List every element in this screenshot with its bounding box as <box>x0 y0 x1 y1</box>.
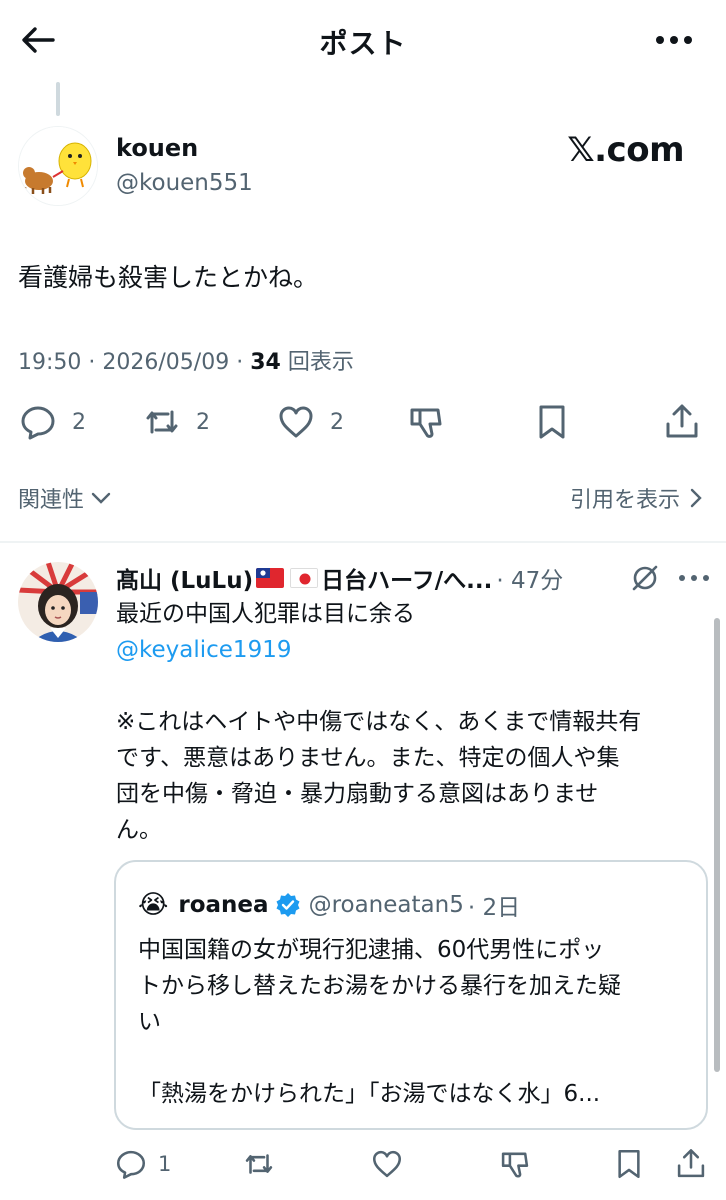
quoted-post-card[interactable]: 😭 roanea @roaneatan5 · 2日 中国国籍の女が現行犯逮捕、6… <box>114 860 708 1130</box>
chevron-down-icon <box>91 492 111 504</box>
reply-count: 2 <box>72 409 86 435</box>
crying-face-emoji: 😭 <box>138 890 169 920</box>
like-button[interactable]: 2 <box>276 398 344 446</box>
reply-reply-button[interactable]: 1 <box>114 1142 171 1186</box>
taiwan-flag-icon <box>256 568 285 588</box>
scrollbar[interactable] <box>714 618 720 1072</box>
bookmark-icon <box>539 405 565 439</box>
reply-more-icon[interactable] <box>678 570 710 586</box>
quoted-author-name: roanea <box>178 892 269 918</box>
avatar[interactable] <box>18 126 98 206</box>
view-quotes-link[interactable]: 引用を表示 <box>570 482 704 514</box>
reply-line: 団を中傷・脅迫・暴力扇動する意図はありませ <box>116 781 599 807</box>
quote-line: 「熱湯をかけられた」「お湯ではなく水」6... <box>138 1081 601 1107</box>
mention-link[interactable]: @keyalice1919 <box>116 632 708 668</box>
bookmark-button[interactable] <box>532 398 572 446</box>
view-count: 34 <box>250 350 281 375</box>
quoted-post-time: · 2日 <box>467 895 521 921</box>
reply-reply-count: 1 <box>158 1152 172 1176</box>
repost-icon <box>245 1154 273 1174</box>
japan-flag-icon <box>290 568 319 588</box>
reply-header: 髙山 (LuLu) 日台ハーフ/へ... · 47分 <box>116 562 616 594</box>
post-time: 19:50 <box>18 350 82 375</box>
reply-button[interactable]: 2 <box>18 398 86 446</box>
thumbs-down-icon <box>501 1152 529 1178</box>
author-name[interactable]: kouen <box>116 134 198 162</box>
post-text: 看護婦も殺害したとかね。 <box>18 263 319 292</box>
reply-avatar[interactable] <box>18 562 98 642</box>
post-metadata: 19:50 · 2026/05/09 · 34 回表示 <box>18 350 354 375</box>
repost-count: 2 <box>196 409 210 435</box>
sort-relevance-dropdown[interactable]: 関連性 <box>18 482 112 514</box>
reply-line: ※これはヘイトや中傷ではなく、あくまで情報共有 <box>116 709 642 735</box>
divider <box>0 541 726 543</box>
reply-time[interactable]: · 47分 <box>496 561 563 595</box>
repost-button[interactable]: 2 <box>142 398 210 446</box>
page-title: ポスト <box>319 27 407 60</box>
reply-author-name-suffix[interactable]: 日台ハーフ/へ... <box>321 561 492 595</box>
post-action-bar: 2 2 2 <box>0 398 726 446</box>
repost-icon <box>146 410 178 434</box>
reply-text: 最近の中国人犯罪は目に余る @keyalice1919 ※これはヘイトや中傷では… <box>116 596 708 848</box>
view-quotes-label: 引用を表示 <box>569 488 680 513</box>
reply-icon <box>116 1150 146 1179</box>
like-count: 2 <box>330 409 344 435</box>
verified-badge-icon <box>276 893 300 917</box>
quoted-post-text: 中国国籍の女が現行犯逮捕、60代男性にポッ トから移し替えたお湯をかける暴行を加… <box>138 932 694 1112</box>
heart-icon <box>279 406 313 438</box>
xcom-watermark: 𝕏.com <box>567 130 684 170</box>
reply-line: 最近の中国人犯罪は目に余る <box>116 601 415 627</box>
reply-icon <box>21 406 55 440</box>
reply-repost-button[interactable] <box>242 1142 276 1186</box>
more-options-button[interactable] <box>654 28 694 52</box>
reply-action-bar: 1 <box>0 1142 726 1186</box>
top-bar: ポスト <box>0 0 726 82</box>
grok-icon[interactable] <box>630 563 660 593</box>
dislike-button[interactable] <box>406 398 446 446</box>
reply-dislike-button[interactable] <box>498 1142 532 1186</box>
reply-line: です、悪意はありません。また、特定の個人や集 <box>116 745 620 771</box>
author-handle[interactable]: @kouen551 <box>116 170 253 196</box>
quoted-author-handle: @roaneatan5 <box>308 892 464 918</box>
heart-icon <box>372 1150 402 1178</box>
thumbs-down-icon <box>410 408 442 438</box>
reply-author-name[interactable]: 髙山 (LuLu) <box>116 561 253 595</box>
chevron-right-icon <box>690 488 702 508</box>
more-dots-icon <box>656 36 692 44</box>
quoted-post-header: 😭 roanea @roaneatan5 · 2日 <box>138 888 520 922</box>
bookmark-icon <box>618 1149 640 1179</box>
thread-connector-line <box>56 82 60 116</box>
share-icon <box>666 404 698 438</box>
view-label: 回表示 <box>287 350 354 375</box>
reply-bookmark-button[interactable] <box>612 1142 646 1186</box>
reply-like-button[interactable] <box>370 1142 404 1186</box>
reply-line: ん。 <box>116 817 162 843</box>
share-icon <box>677 1149 705 1178</box>
quote-line: 中国国籍の女が現行犯逮捕、60代男性にポッ <box>138 937 605 963</box>
post-date: 2026/05/09 <box>102 350 230 375</box>
share-button[interactable] <box>662 398 702 446</box>
sort-label: 関連性 <box>18 488 85 513</box>
reply-share-button[interactable] <box>674 1142 708 1186</box>
quote-line: い <box>138 1009 161 1035</box>
quote-line: トから移し替えたお湯をかける暴行を加えた疑 <box>138 973 621 999</box>
